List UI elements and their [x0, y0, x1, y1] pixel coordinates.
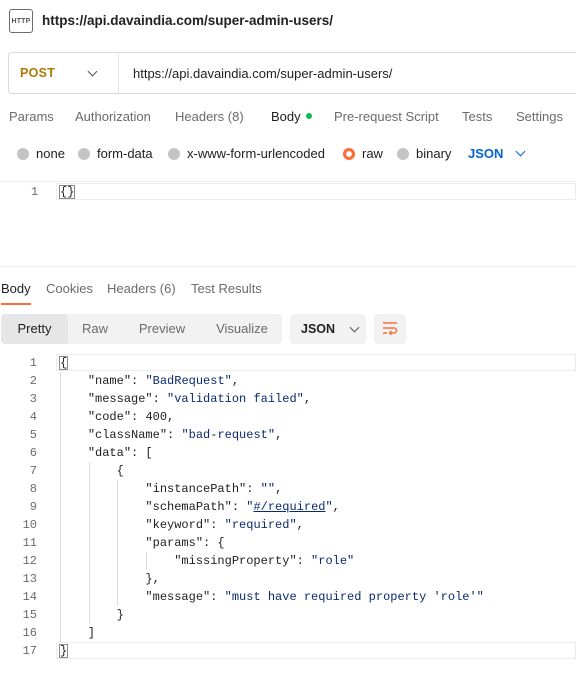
radio-form-data[interactable]: form-data — [78, 146, 153, 161]
method-label: POST — [20, 66, 56, 80]
tab-pre-request-script[interactable]: Pre-request Script — [334, 109, 439, 124]
response-format-label: JSON — [301, 322, 336, 336]
tab-response-headers-label: Headers — [107, 281, 157, 296]
tab-settings[interactable]: Settings — [516, 109, 563, 124]
radio-binary-label: binary — [416, 146, 452, 161]
response-body-editor[interactable]: 1{ 2 "name": "BadRequest", 3 "message": … — [0, 354, 576, 664]
view-pretty-button[interactable]: Pretty — [1, 314, 68, 344]
tab-cookies[interactable]: Cookies — [46, 281, 93, 296]
code-line: 16 ] — [22, 626, 96, 640]
body-format-select[interactable]: JSON — [468, 146, 526, 161]
radio-none[interactable]: none — [17, 146, 65, 161]
code-line: 2 "name": "BadRequest", — [29, 374, 240, 388]
wrap-lines-button[interactable] — [374, 314, 406, 344]
code-line: 4 "code": 400, — [29, 410, 175, 424]
code-line: 12 "missingProperty": "role" — [22, 554, 355, 568]
body-format-label: JSON — [468, 146, 504, 161]
view-raw-button[interactable]: Raw — [68, 314, 122, 344]
tab-params[interactable]: Params — [9, 109, 54, 124]
code-line: 10 "keyword": "required", — [22, 518, 304, 532]
code-line: 15 } — [22, 608, 124, 622]
radio-urlencoded-label: x-www-form-urlencoded — [187, 146, 325, 161]
radio-form-data-label: form-data — [97, 146, 153, 161]
tab-response-body[interactable]: Body — [1, 281, 31, 305]
tab-headers[interactable]: Headers (8) — [175, 109, 244, 124]
code-line: 7 { — [29, 464, 124, 478]
url-bar: POST — [8, 52, 576, 94]
chevron-down-icon — [87, 66, 98, 76]
request-title[interactable]: https://api.davaindia.com/super-admin-us… — [42, 13, 333, 28]
response-view-segmented: Pretty Raw Preview Visualize — [1, 314, 282, 344]
code-line: 8 "instancePath": "", — [29, 482, 283, 496]
line-number: 1 — [31, 185, 39, 199]
tab-headers-count: (8) — [227, 109, 244, 124]
response-tabs: Body Cookies Headers (6) Test Results — [1, 281, 576, 305]
response-format-select[interactable]: JSON — [290, 314, 366, 344]
code-line: 14 "message": "must have required proper… — [22, 590, 484, 604]
request-title-bar: HTTP https://api.davaindia.com/super-adm… — [0, 0, 576, 44]
request-body-code: {} — [59, 185, 76, 199]
chevron-down-icon — [515, 146, 526, 157]
radio-circle-icon — [17, 147, 29, 160]
tab-body[interactable]: Body — [271, 109, 312, 124]
wrap-lines-icon — [382, 321, 398, 338]
radio-raw-label: raw — [362, 146, 383, 161]
view-preview-button[interactable]: Preview — [122, 314, 202, 344]
tab-authorization[interactable]: Authorization — [75, 109, 151, 124]
tab-response-headers[interactable]: Headers (6) — [107, 281, 176, 296]
tab-body-label: Body — [271, 109, 301, 124]
schema-path-link[interactable]: #/required — [253, 500, 325, 514]
code-line: 1{ — [0, 354, 576, 372]
active-line-highlight — [56, 183, 576, 200]
tab-test-results[interactable]: Test Results — [191, 281, 262, 296]
method-select[interactable]: POST — [9, 53, 119, 93]
code-line: 17} — [0, 642, 576, 660]
radio-raw[interactable]: raw — [343, 146, 383, 161]
radio-selected-icon — [343, 147, 355, 160]
code-line: 11 "params": { — [22, 536, 225, 550]
radio-urlencoded[interactable]: x-www-form-urlencoded — [168, 146, 325, 161]
radio-binary[interactable]: binary — [397, 146, 451, 161]
code-line: 5 "className": "bad-request", — [29, 428, 283, 442]
body-active-dot-icon — [305, 113, 312, 120]
code-line: 3 "message": "validation failed", — [29, 392, 312, 406]
view-visualize-button[interactable]: Visualize — [202, 314, 282, 344]
http-request-icon: HTTP — [9, 9, 33, 33]
code-line: 9 "schemaPath": "#/required", — [29, 500, 340, 514]
radio-circle-icon — [78, 147, 90, 160]
radio-circle-icon — [168, 147, 180, 160]
code-line: 6 "data": [ — [29, 446, 153, 460]
chevron-down-icon — [349, 322, 360, 332]
tab-headers-label: Headers — [175, 109, 225, 124]
url-input[interactable] — [133, 65, 533, 81]
code-line: 13 }, — [22, 572, 160, 586]
radio-circle-icon — [397, 147, 409, 160]
request-body-editor[interactable]: 1 {} — [0, 181, 576, 267]
tab-response-headers-count: (6) — [159, 281, 176, 296]
tab-tests[interactable]: Tests — [462, 109, 492, 124]
radio-none-label: none — [36, 146, 65, 161]
